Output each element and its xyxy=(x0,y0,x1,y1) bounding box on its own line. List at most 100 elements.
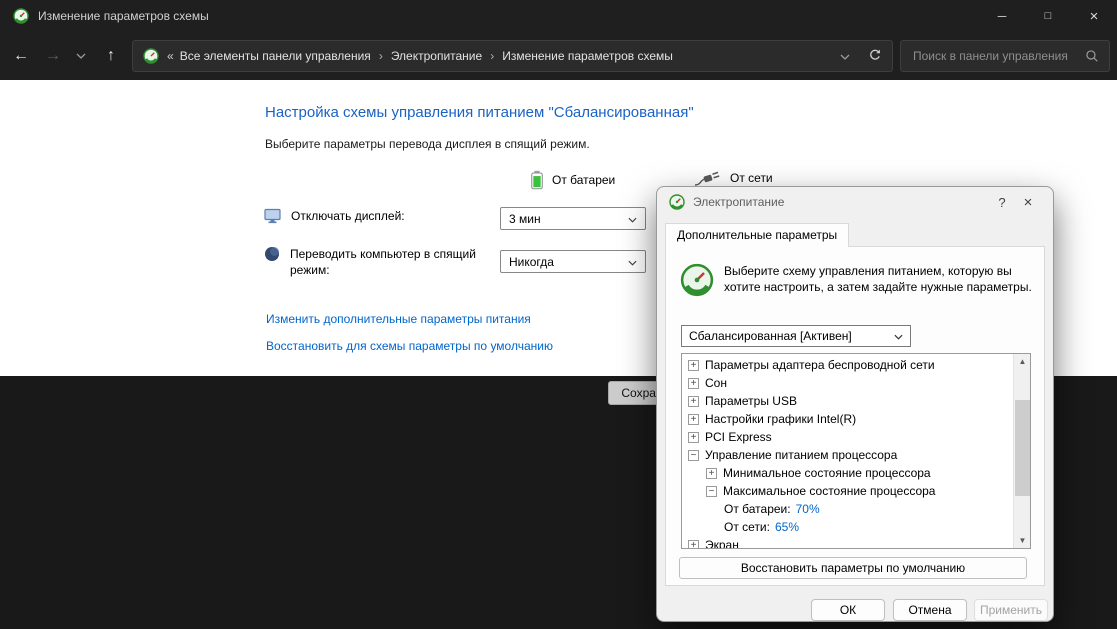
tree-item-label: Сон xyxy=(705,376,727,390)
sleep-icon xyxy=(265,247,279,261)
display-icon xyxy=(264,208,281,224)
help-button[interactable]: ? xyxy=(989,195,1015,210)
tab-advanced-settings[interactable]: Дополнительные параметры xyxy=(665,223,850,247)
turn-off-display-select[interactable]: 3 мин xyxy=(500,207,646,230)
search-input[interactable] xyxy=(911,48,1085,64)
tree-item-plugged-in-setting[interactable]: От сети: 65% xyxy=(682,518,1030,536)
dialog-close-button[interactable]: × xyxy=(1015,194,1041,211)
restore-plan-defaults-button[interactable]: Восстановить параметры по умолчанию xyxy=(679,557,1027,579)
advanced-settings-tree[interactable]: + Параметры адаптера беспроводной сети +… xyxy=(681,353,1031,549)
plugged-in-column-header: От сети xyxy=(694,169,773,187)
tree-item-max-processor-state[interactable]: − Максимальное состояние процессора xyxy=(682,482,1030,500)
breadcrumb-separator-icon: › xyxy=(490,49,495,63)
sleep-label: Переводить компьютер в спящий режим: xyxy=(290,247,476,277)
sleep-value: Никогда xyxy=(509,254,554,269)
minimize-button[interactable]: ─ xyxy=(979,0,1025,32)
tree-item-label: Управление питанием процессора xyxy=(705,448,898,462)
breadcrumb[interactable]: « Все элементы панели управления › Элект… xyxy=(132,40,893,72)
expand-icon[interactable]: + xyxy=(688,395,699,407)
tree-item-pci-express[interactable]: + PCI Express xyxy=(682,428,1030,446)
tree-item-label: PCI Express xyxy=(705,430,772,444)
expand-icon[interactable]: + xyxy=(688,413,699,425)
power-meter-icon xyxy=(680,263,714,297)
back-button[interactable]: ← xyxy=(6,40,36,72)
breadcrumb-segment-edit-plan[interactable]: Изменение параметров схемы xyxy=(502,49,673,63)
on-battery-column-header: От батареи xyxy=(530,169,615,191)
restore-default-settings-link[interactable]: Восстановить для схемы параметры по умол… xyxy=(266,339,553,353)
search-box[interactable] xyxy=(900,40,1110,72)
tree-item-label: Параметры USB xyxy=(705,394,797,408)
sleep-select[interactable]: Никогда xyxy=(500,250,646,273)
page-title: Настройка схемы управления питанием "Сба… xyxy=(265,104,694,121)
navigation-bar: ← → ↑ « Все элементы панели управления ›… xyxy=(0,32,1117,80)
on-battery-value[interactable]: 70% xyxy=(796,502,820,516)
apply-button[interactable]: Применить xyxy=(974,599,1048,621)
turn-off-display-row: Отключать дисплей: xyxy=(264,208,405,224)
scrollbar-thumb[interactable] xyxy=(1015,400,1030,496)
expand-icon[interactable]: + xyxy=(688,377,699,389)
maximize-button[interactable]: □ xyxy=(1025,0,1071,32)
tree-item-label: Экран xyxy=(705,538,739,549)
tree-item-label: Минимальное состояние процессора xyxy=(723,466,931,480)
breadcrumb-collapse-chevron[interactable]: « xyxy=(167,49,174,63)
scroll-up-icon[interactable]: ▲ xyxy=(1014,354,1030,369)
select-chevron-icon xyxy=(628,212,637,226)
expand-icon[interactable]: + xyxy=(688,539,699,548)
tree-item-wireless-adapter[interactable]: + Параметры адаптера беспроводной сети xyxy=(682,356,1030,374)
cancel-button[interactable]: Отмена xyxy=(893,599,967,621)
window-titlebar: Изменение параметров схемы ─ □ × xyxy=(0,0,1117,32)
plugged-in-value[interactable]: 65% xyxy=(775,520,799,534)
breadcrumb-separator-icon: › xyxy=(378,49,383,63)
dialog-description: Выберите схему управления питанием, кото… xyxy=(724,264,1032,294)
on-battery-label: От батареи xyxy=(552,173,616,187)
tree-item-min-processor-state[interactable]: + Минимальное состояние процессора xyxy=(682,464,1030,482)
plugged-in-label: От сети xyxy=(730,171,773,185)
power-options-icon xyxy=(669,194,685,210)
select-chevron-icon xyxy=(894,329,903,343)
collapse-icon[interactable]: − xyxy=(706,485,717,497)
tree-item-label: Максимальное состояние процессора xyxy=(723,484,936,498)
plug-icon xyxy=(694,171,720,186)
expand-icon[interactable]: + xyxy=(688,431,699,443)
sleep-row: Переводить компьютер в спящий режим: xyxy=(264,246,495,278)
tree-item-label: Настройки графики Intel(R) xyxy=(705,412,857,426)
forward-button[interactable]: → xyxy=(38,40,68,72)
breadcrumb-page-icon xyxy=(143,48,159,64)
refresh-icon[interactable] xyxy=(868,48,882,65)
advanced-power-settings-link[interactable]: Изменить дополнительные параметры питани… xyxy=(266,312,531,326)
breadcrumb-segment-control-panel[interactable]: Все элементы панели управления xyxy=(180,49,371,63)
power-options-icon xyxy=(13,8,29,24)
expand-icon[interactable]: + xyxy=(688,359,699,371)
tree-scrollbar[interactable]: ▲ ▼ xyxy=(1013,354,1030,548)
select-chevron-icon xyxy=(628,255,637,269)
turn-off-display-value: 3 мин xyxy=(509,211,541,226)
tree-item-usb[interactable]: + Параметры USB xyxy=(682,392,1030,410)
search-icon[interactable] xyxy=(1085,49,1099,63)
address-dropdown-chevron-icon[interactable] xyxy=(840,49,850,63)
tree-item-label: Параметры адаптера беспроводной сети xyxy=(705,358,935,372)
battery-icon xyxy=(531,170,543,190)
ok-button[interactable]: ОК xyxy=(811,599,885,621)
power-scheme-select[interactable]: Сбалансированная [Активен] xyxy=(681,325,911,347)
tree-item-on-battery-setting[interactable]: От батареи: 70% xyxy=(682,500,1030,518)
power-options-dialog: Электропитание ? × Дополнительные параме… xyxy=(656,186,1054,622)
power-scheme-value: Сбалансированная [Активен] xyxy=(689,329,852,343)
advanced-settings-panel: Выберите схему управления питанием, кото… xyxy=(665,246,1045,586)
tree-item-label: От сети: xyxy=(724,520,770,534)
close-button[interactable]: × xyxy=(1071,0,1117,32)
tree-item-sleep[interactable]: + Сон xyxy=(682,374,1030,392)
tree-item-processor-power[interactable]: − Управление питанием процессора xyxy=(682,446,1030,464)
collapse-icon[interactable]: − xyxy=(688,449,699,461)
breadcrumb-segment-power-options[interactable]: Электропитание xyxy=(391,49,482,63)
recent-pages-chevron-icon[interactable] xyxy=(70,40,92,72)
up-button[interactable]: ↑ xyxy=(96,40,126,72)
turn-off-display-label: Отключать дисплей: xyxy=(291,209,405,223)
page-subtitle: Выберите параметры перевода дисплея в сп… xyxy=(265,137,590,151)
tree-item-display[interactable]: + Экран xyxy=(682,536,1030,549)
dialog-title: Электропитание xyxy=(693,195,785,209)
dialog-tabs: Дополнительные параметры xyxy=(657,217,1053,247)
dialog-titlebar: Электропитание ? × xyxy=(657,187,1053,217)
scroll-down-icon[interactable]: ▼ xyxy=(1014,533,1030,548)
tree-item-intel-graphics[interactable]: + Настройки графики Intel(R) xyxy=(682,410,1030,428)
expand-icon[interactable]: + xyxy=(706,467,717,479)
